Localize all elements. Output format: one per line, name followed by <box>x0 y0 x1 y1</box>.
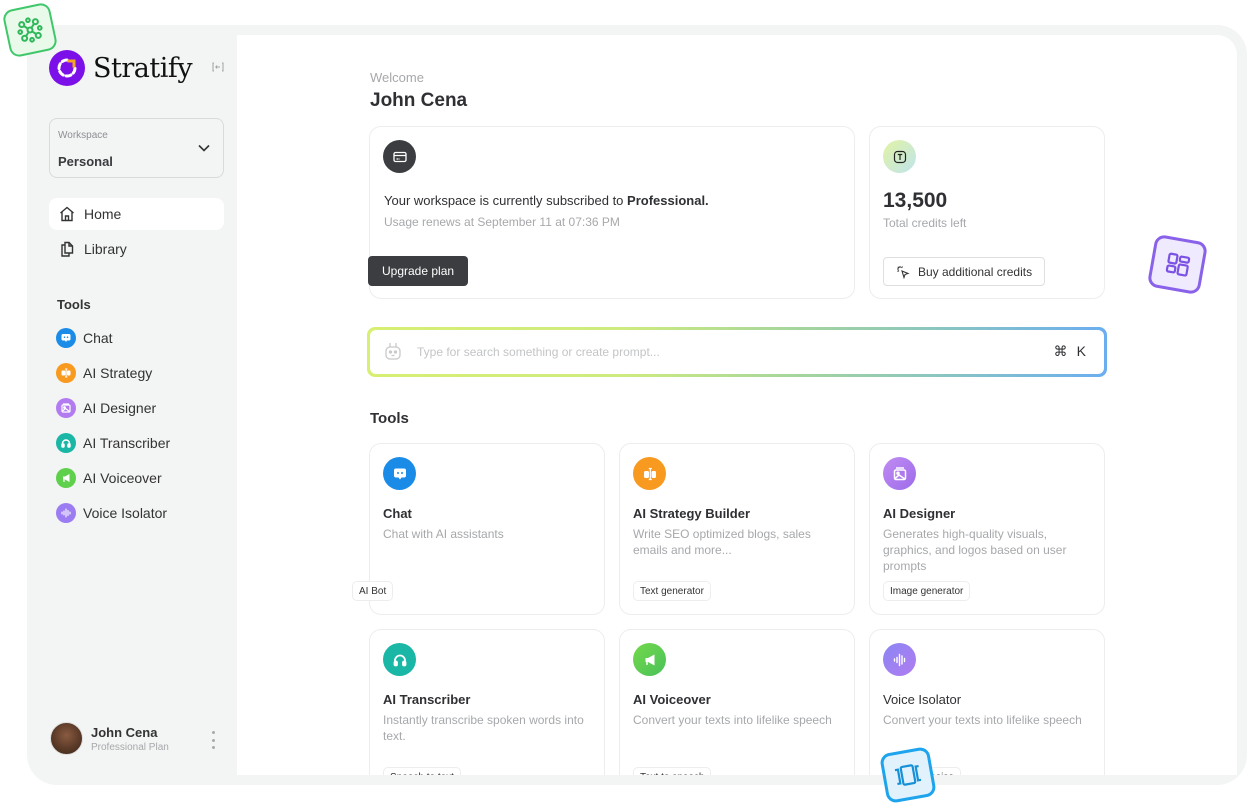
brand-name: Stratify <box>93 52 193 84</box>
subscription-card: Your workspace is currently subscribed t… <box>368 126 855 299</box>
text-cursor-icon <box>56 363 76 383</box>
tool-card-tag: Text to speech <box>633 767 712 775</box>
credits-value: 13,500 <box>883 189 948 212</box>
workspace-value: Personal <box>58 154 113 169</box>
search-inner: ⌘ K <box>370 330 1104 374</box>
brand-logo[interactable]: Stratify <box>49 50 193 86</box>
main-content: Welcome John Cena Your workspace is curr… <box>237 35 1237 775</box>
tool-card-description: Write SEO optimized blogs, sales emails … <box>633 527 811 557</box>
cursor-click-icon <box>897 265 910 279</box>
sidebar-tool-label: Voice Isolator <box>83 505 168 521</box>
kebab-dot <box>211 746 215 749</box>
sidebar-tool-ai-designer[interactable]: AI Designer <box>56 397 156 419</box>
tool-card-ai-strategy-builder[interactable]: AI Strategy Builder Write SEO optimized … <box>619 443 855 615</box>
chat-icon <box>383 457 416 490</box>
megaphone-icon <box>56 468 76 488</box>
sidebar-tool-label: AI Voiceover <box>83 470 162 486</box>
sidebar-item-home[interactable]: Home <box>49 198 224 230</box>
tools-section-title: Tools <box>370 410 409 427</box>
subscription-text: Your workspace is currently subscribed t… <box>384 193 709 208</box>
robot-icon <box>385 343 401 360</box>
tool-card-ai-voiceover[interactable]: AI Voiceover Convert your texts into lif… <box>619 629 855 775</box>
buy-credits-button[interactable]: Buy additional credits <box>883 257 1046 286</box>
credits-label: Total credits left <box>883 216 967 230</box>
buy-credits-label: Buy additional credits <box>918 264 1033 279</box>
subscription-plan: Professional. <box>627 193 709 208</box>
dashboard-badge-icon <box>1146 233 1209 296</box>
copy-icon <box>61 241 74 257</box>
tool-card-tag: AI Bot <box>352 581 394 601</box>
collapse-sidebar-button[interactable] <box>212 61 226 75</box>
megaphone-icon <box>633 643 666 676</box>
home-icon <box>60 206 74 222</box>
tool-card-description: Generates high-quality visuals, graphics… <box>883 527 1067 573</box>
credit-card-icon <box>383 140 416 173</box>
avatar <box>50 722 83 755</box>
sidebar-item-library[interactable]: Library <box>49 233 224 265</box>
carousel-badge-icon <box>879 746 937 804</box>
user-menu-button[interactable] <box>210 731 216 749</box>
chevron-down-icon <box>198 144 210 152</box>
renewal-text: Usage renews at September 11 at 07:36 PM <box>384 215 620 229</box>
sidebar-tool-label: AI Transcriber <box>83 435 171 451</box>
workspace-selector[interactable]: Workspace Personal <box>49 118 224 178</box>
tool-card-title: AI Transcriber <box>383 692 471 707</box>
keyboard-shortcut: ⌘ K <box>1054 343 1086 360</box>
sidebar-tool-voice-isolator[interactable]: Voice Isolator <box>56 502 167 524</box>
tool-card-title: Voice Isolator <box>883 692 962 707</box>
sidebar: Stratify Workspace Personal Home Library… <box>27 25 237 785</box>
user-name: John Cena <box>91 724 158 740</box>
tool-card-tag: Text generator <box>633 581 711 601</box>
tool-card-description: Chat with AI assistants <box>383 527 504 541</box>
kebab-dot <box>211 738 215 742</box>
tool-card-title: AI Voiceover <box>633 692 711 707</box>
collapse-icon <box>212 62 224 72</box>
image-icon <box>883 457 916 490</box>
subscription-prefix: Your workspace is currently subscribed t… <box>384 193 628 208</box>
sidebar-tool-ai-strategy[interactable]: AI Strategy <box>56 362 152 384</box>
tool-card-title: AI Designer <box>883 506 956 521</box>
sidebar-tool-label: Chat <box>83 330 113 346</box>
sidebar-item-label: Home <box>84 206 122 222</box>
sidebar-tool-label: AI Designer <box>83 400 157 416</box>
workspace-label: Workspace <box>58 130 108 141</box>
tool-card-description: Convert your texts into lifelike speech <box>883 713 1082 727</box>
sidebar-tool-label: AI Strategy <box>83 365 153 381</box>
tool-card-description: Convert your texts into lifelike speech <box>633 713 832 727</box>
tool-card-tag: Speech to text <box>383 767 461 775</box>
sidebar-tool-chat[interactable]: Chat <box>56 327 113 349</box>
headphones-icon <box>383 643 416 676</box>
waveform-icon <box>56 503 76 523</box>
sidebar-tool-ai-voiceover[interactable]: AI Voiceover <box>56 467 162 489</box>
welcome-label: Welcome <box>370 70 424 85</box>
shortcut-key: K <box>1076 343 1086 359</box>
waveform-icon <box>883 643 916 676</box>
chat-icon <box>56 328 76 348</box>
page-title: John Cena <box>370 90 468 111</box>
tool-card-title: Chat <box>383 506 412 521</box>
prompt-search-box: ⌘ K <box>367 327 1107 377</box>
tool-card-tag: Image generator <box>883 581 971 601</box>
tool-card-description: Instantly transcribe spoken words into t… <box>383 713 584 743</box>
tool-card-title: AI Strategy Builder <box>633 506 751 521</box>
credits-card: 13,500 Total credits left Buy additional… <box>869 126 1105 299</box>
stratify-logo-icon <box>49 50 85 86</box>
token-icon <box>883 140 916 173</box>
command-key-icon: ⌘ <box>1053 343 1068 359</box>
sidebar-tools-title: Tools <box>57 297 91 312</box>
image-icon <box>56 398 76 418</box>
headphones-icon <box>56 433 76 453</box>
prompt-search-input[interactable] <box>417 342 1017 362</box>
user-plan: Professional Plan <box>91 741 169 753</box>
sidebar-item-label: Library <box>84 241 127 257</box>
sidebar-tool-ai-transcriber[interactable]: AI Transcriber <box>56 432 170 454</box>
tool-card-chat[interactable]: Chat Chat with AI assistants AI Bot <box>352 443 605 615</box>
upgrade-plan-button[interactable]: Upgrade plan <box>368 256 469 286</box>
tool-card-ai-transcriber[interactable]: AI Transcriber Instantly transcribe spok… <box>369 629 605 775</box>
tool-card-ai-designer[interactable]: AI Designer Generates high-quality visua… <box>869 443 1105 615</box>
user-profile[interactable]: John Cena Professional Plan <box>50 722 169 755</box>
text-cursor-icon <box>633 457 666 490</box>
kebab-dot <box>211 731 215 734</box>
